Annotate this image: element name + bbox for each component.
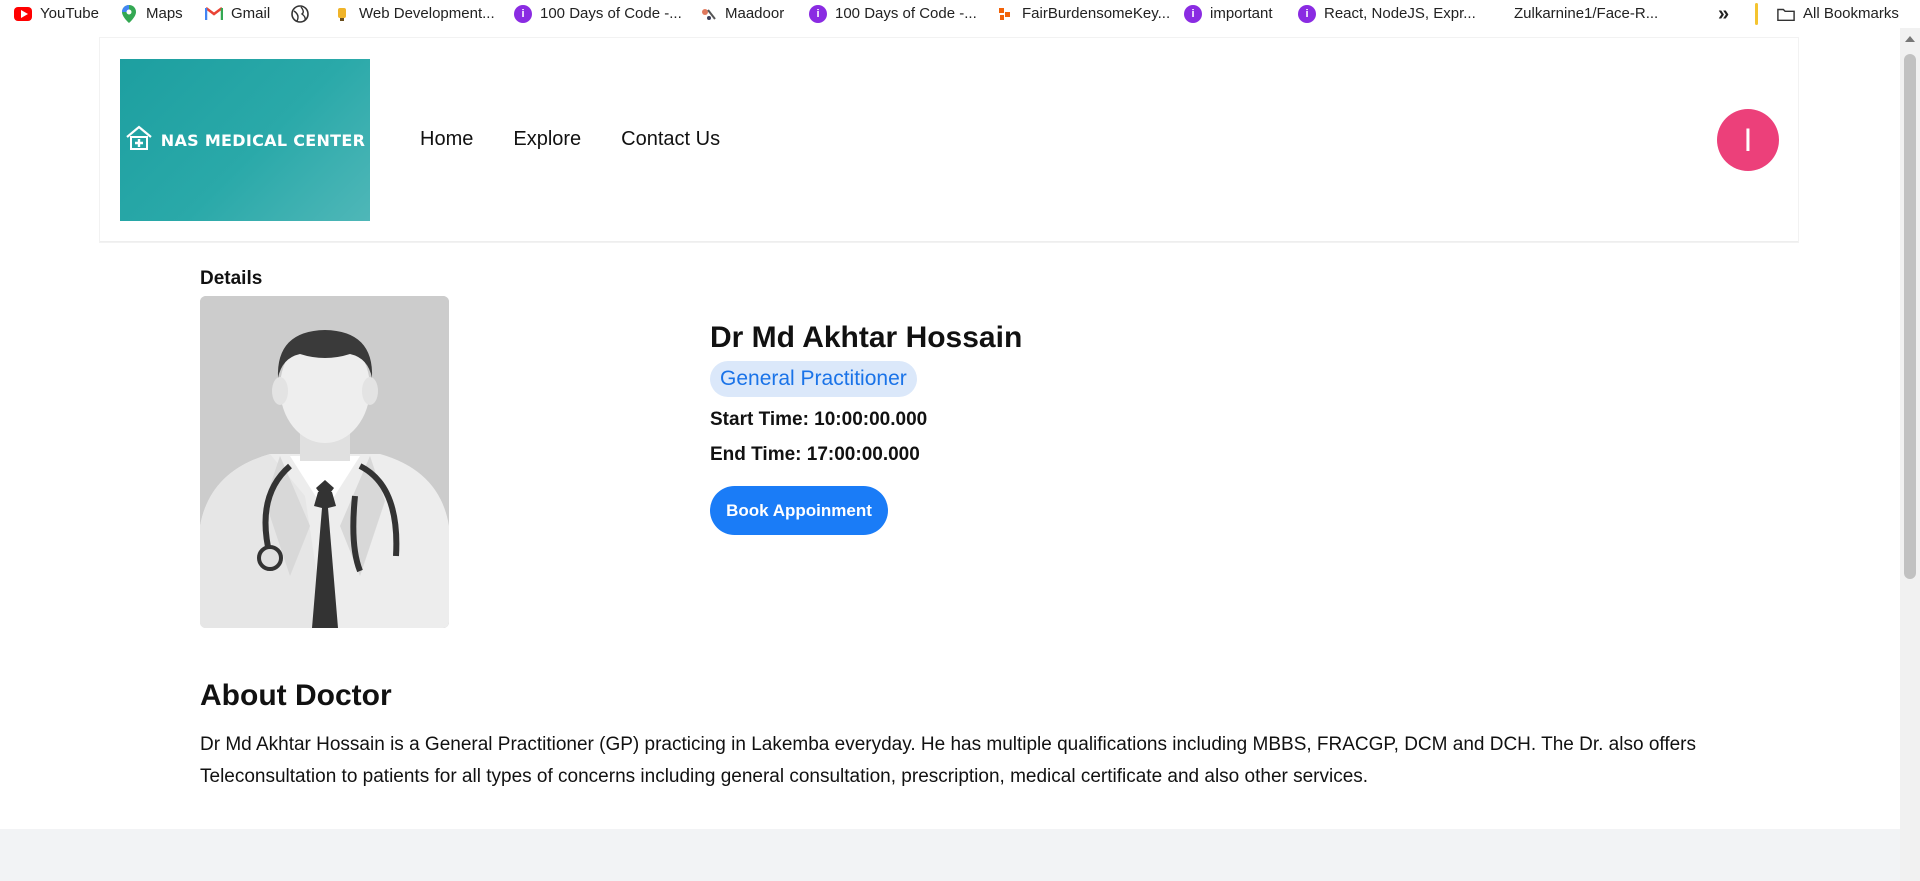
medical-house-icon: [125, 125, 153, 156]
nav-home[interactable]: Home: [420, 128, 473, 151]
book-appointment-button[interactable]: Book Appoinment: [710, 486, 888, 535]
doctor-name: Dr Md Akhtar Hossain: [710, 321, 1023, 354]
bookmark-youtube[interactable]: YouTube: [14, 4, 99, 24]
all-bookmarks-label: All Bookmarks: [1803, 5, 1899, 22]
bookmark-label: Maadoor: [725, 5, 785, 22]
bookmark-100-days-2[interactable]: i 100 Days of Code -...: [809, 4, 977, 24]
bookmarks-separator: [1755, 3, 1758, 25]
bookmark-fairburdensomekey[interactable]: FairBurdensomeKey...: [996, 4, 1170, 24]
bookmarks-bar: YouTube Maps Gmail Web Development... i …: [0, 0, 1920, 28]
gmail-icon: [205, 5, 223, 23]
details-label: Details: [200, 268, 263, 289]
bookmark-label: important: [1210, 5, 1273, 22]
user-avatar[interactable]: I: [1717, 109, 1779, 171]
about-doctor-title: About Doctor: [200, 679, 392, 712]
footer-band: [0, 829, 1900, 881]
site-logo[interactable]: NAS MEDICAL CENTER: [120, 59, 370, 221]
bookmark-maps[interactable]: Maps: [120, 4, 183, 24]
bookmark-gmail[interactable]: Gmail: [205, 4, 270, 24]
youtube-icon: [14, 5, 32, 23]
maadoor-icon: [699, 5, 717, 23]
bookmark-zulkarnine[interactable]: Zulkarnine1/Face-R...: [1514, 4, 1658, 24]
bookmark-label: Web Development...: [359, 5, 495, 22]
purple-circle-icon: i: [514, 5, 532, 23]
bookmark-label: 100 Days of Code -...: [835, 5, 977, 22]
bookmark-label: Maps: [146, 5, 183, 22]
scrollbar-thumb[interactable]: [1904, 54, 1916, 579]
scroll-up-arrow-icon[interactable]: [1905, 36, 1915, 42]
main-nav: Home Explore Contact Us: [420, 128, 720, 151]
about-doctor-text: Dr Md Akhtar Hossain is a General Practi…: [200, 734, 1696, 787]
page-scrollbar[interactable]: [1900, 28, 1920, 881]
bookmark-label: Gmail: [231, 5, 271, 22]
purple-circle-icon: i: [1298, 5, 1316, 23]
folder-icon: [1777, 5, 1795, 23]
nav-contact-us[interactable]: Contact Us: [621, 128, 720, 151]
logo-text: NAS MEDICAL CENTER: [160, 130, 366, 150]
site-header: NAS MEDICAL CENTER Home Explore Contact …: [100, 38, 1798, 242]
bookmark-react-nodejs[interactable]: i React, NodeJS, Expr...: [1298, 4, 1476, 24]
bookmark-globe[interactable]: [291, 4, 309, 24]
specialty-badge: General Practitioner: [710, 361, 917, 397]
bookmark-favicon-icon: [333, 5, 351, 23]
maps-pin-icon: [120, 5, 138, 23]
end-time: End Time: 17:00:00.000: [710, 444, 920, 465]
bookmark-web-development[interactable]: Web Development...: [333, 4, 495, 24]
doctor-avatar-illustration: [200, 296, 449, 628]
orange-favicon-icon: [996, 5, 1014, 23]
bookmark-100-days-1[interactable]: i 100 Days of Code -...: [514, 4, 682, 24]
bookmark-label: 100 Days of Code -...: [540, 5, 682, 22]
doctor-photo: [200, 296, 449, 628]
nav-explore[interactable]: Explore: [513, 128, 581, 151]
bookmark-label: Zulkarnine1/Face-R...: [1514, 5, 1659, 22]
globe-icon: [291, 5, 309, 23]
bookmark-label: FairBurdensomeKey...: [1022, 5, 1171, 22]
bookmark-label: YouTube: [40, 5, 99, 22]
purple-circle-icon: i: [1184, 5, 1202, 23]
purple-circle-icon: i: [809, 5, 827, 23]
bookmarks-overflow-button[interactable]: »: [1718, 2, 1730, 25]
bookmark-maadoor[interactable]: Maadoor: [699, 4, 784, 24]
start-time: Start Time: 10:00:00.000: [710, 409, 928, 430]
all-bookmarks-button[interactable]: All Bookmarks: [1777, 4, 1899, 24]
bookmark-label: React, NodeJS, Expr...: [1324, 5, 1476, 22]
bookmark-important[interactable]: i important: [1184, 4, 1273, 24]
chevron-double-right-icon: »: [1718, 2, 1730, 25]
